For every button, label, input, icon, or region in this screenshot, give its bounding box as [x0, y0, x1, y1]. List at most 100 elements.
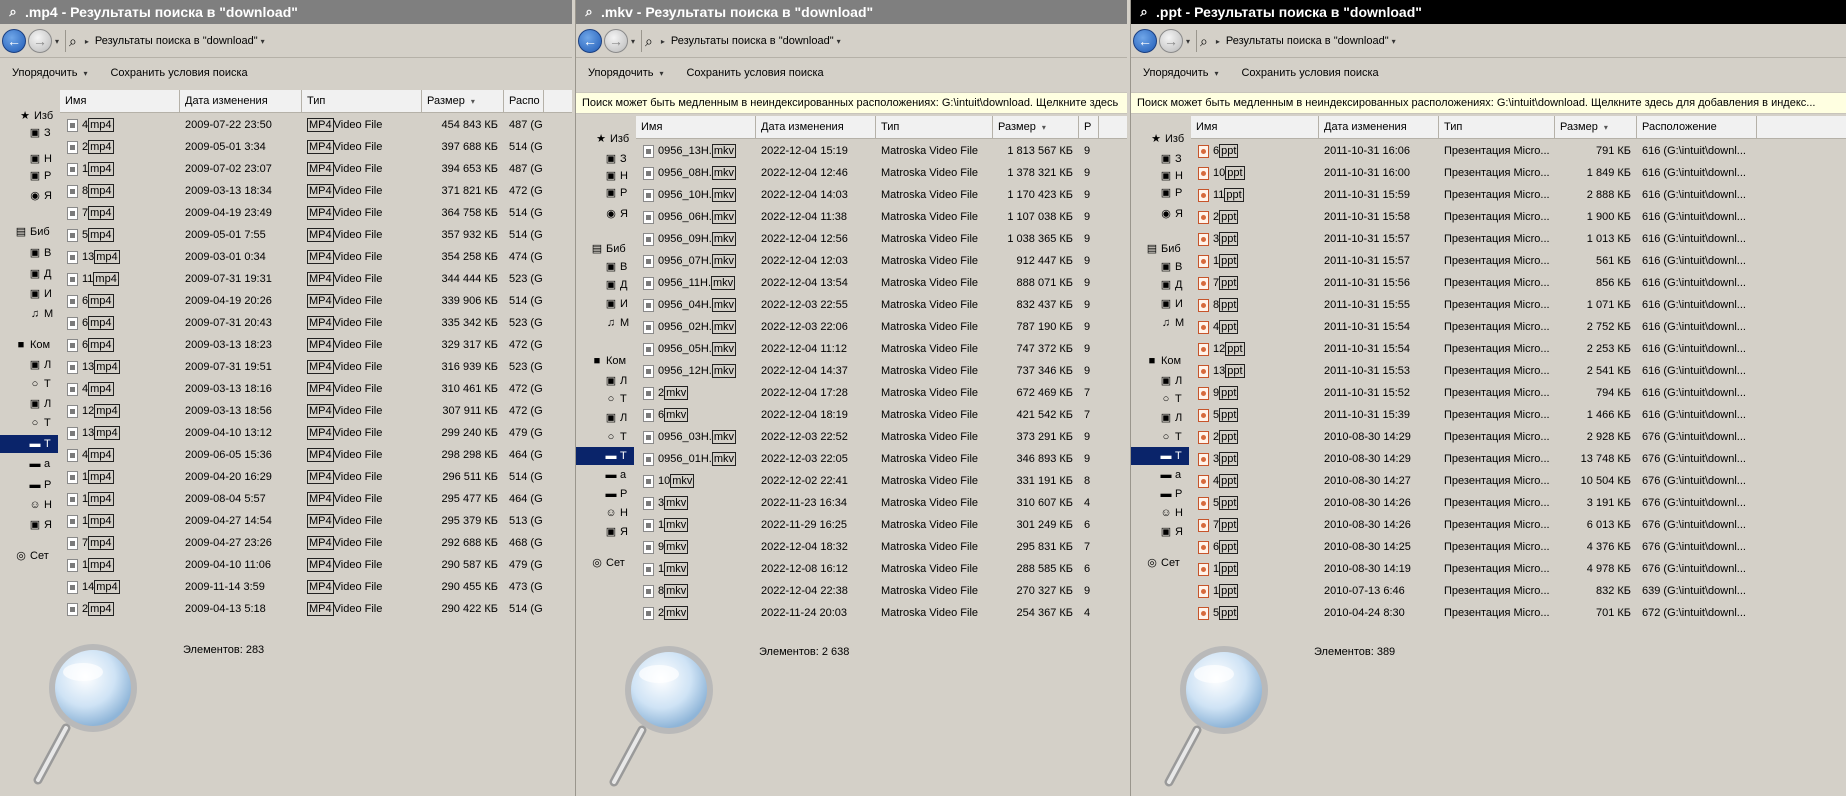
- nav-item[interactable]: ▣ Я: [1131, 523, 1189, 541]
- column-header[interactable]: Тип: [302, 90, 422, 112]
- title-bar[interactable]: ⌕ .ppt - Результаты поиска в "download": [1131, 0, 1846, 24]
- column-header[interactable]: Размер ▾: [993, 116, 1079, 138]
- forward-arrow-icon[interactable]: →: [1159, 29, 1183, 53]
- history-dropdown-icon[interactable]: ▾: [55, 37, 59, 46]
- file-row[interactable]: 11 ppt 2011-10-31 15:59 Презентация Micro..…: [1191, 184, 1846, 206]
- address-dropdown-icon[interactable]: ▾: [261, 37, 265, 46]
- file-row[interactable]: 3 ppt 2011-10-31 15:57 Презентация Micro...…: [1191, 228, 1846, 250]
- file-row[interactable]: 0956_11H. mkv 2022-12-04 13:54 Matroska Vid…: [636, 272, 1127, 294]
- nav-item[interactable]: ◎ Сет: [576, 554, 634, 572]
- file-row[interactable]: 0956_05H. mkv 2022-12-04 11:12 Matroska Vid…: [636, 338, 1127, 360]
- nav-item[interactable]: ▬ Т: [0, 435, 58, 453]
- file-row[interactable]: 6 ppt 2010-08-30 14:25 Презентация Micro...…: [1191, 536, 1846, 558]
- file-row[interactable]: 1 mp4 2009-04-20 16:29 MP4 Video File 296 511…: [60, 466, 572, 488]
- nav-item[interactable]: ▣ Я: [576, 523, 634, 541]
- breadcrumb-chevron-icon[interactable]: ▸: [85, 37, 89, 46]
- file-row[interactable]: 12 mp4 2009-03-13 18:56 MP4 Video File 307 91…: [60, 400, 572, 422]
- file-row[interactable]: 0956_06H. mkv 2022-12-04 11:38 Matroska Vid…: [636, 206, 1127, 228]
- forward-arrow-icon[interactable]: →: [604, 29, 628, 53]
- file-row[interactable]: 2 mkv 2022-12-04 17:28 Matroska Video File 6…: [636, 382, 1127, 404]
- file-row[interactable]: 1 ppt 2011-10-31 15:57 Презентация Micro...…: [1191, 250, 1846, 272]
- file-row[interactable]: 7 mp4 2009-04-27 23:26 MP4 Video File 292 688…: [60, 532, 572, 554]
- nav-item[interactable]: ○ Т: [1131, 428, 1189, 446]
- nav-item[interactable]: ▬ а: [576, 466, 634, 484]
- nav-item[interactable]: ○ Т: [576, 428, 634, 446]
- file-row[interactable]: 0956_09H. mkv 2022-12-04 12:56 Matroska Vid…: [636, 228, 1127, 250]
- nav-item[interactable]: ☺ Н: [0, 496, 58, 514]
- forward-arrow-icon[interactable]: →: [28, 29, 52, 53]
- file-row[interactable]: 7 ppt 2010-08-30 14:26 Презентация Micro...…: [1191, 514, 1846, 536]
- nav-item[interactable]: ▣ Р: [0, 167, 58, 185]
- column-header[interactable]: Распо: [504, 90, 544, 112]
- file-row[interactable]: 0956_13H. mkv 2022-12-04 15:19 Matroska Vid…: [636, 140, 1127, 162]
- column-header[interactable]: Расположение: [1637, 116, 1757, 138]
- file-row[interactable]: 2 ppt 2010-08-30 14:29 Презентация Micro...…: [1191, 426, 1846, 448]
- nav-item[interactable]: ▬ а: [1131, 466, 1189, 484]
- column-header[interactable]: Размер ▾: [422, 90, 504, 112]
- nav-item[interactable]: ▣ Л: [576, 372, 634, 390]
- breadcrumb-chevron-icon[interactable]: ▸: [661, 37, 665, 46]
- nav-item[interactable]: ◉ Я: [0, 187, 58, 205]
- nav-item[interactable]: ■ Ком: [1131, 352, 1189, 370]
- nav-item[interactable]: ♫ М: [0, 305, 58, 323]
- file-row[interactable]: 4 ppt 2011-10-31 15:54 Презентация Micro...…: [1191, 316, 1846, 338]
- file-row[interactable]: 6 mkv 2022-12-04 18:19 Matroska Video File 4…: [636, 404, 1127, 426]
- organize-button[interactable]: Упорядочить ▾: [588, 67, 666, 79]
- file-row[interactable]: 8 mkv 2022-12-04 22:38 Matroska Video File 2…: [636, 580, 1127, 602]
- column-header[interactable]: Размер ▾: [1555, 116, 1637, 138]
- file-row[interactable]: 6 mp4 2009-04-19 20:26 MP4 Video File 339 906…: [60, 290, 572, 312]
- nav-item[interactable]: ▣ И: [1131, 295, 1189, 313]
- nav-item[interactable]: ▣ В: [1131, 258, 1189, 276]
- column-header[interactable]: Дата изменения: [180, 90, 302, 112]
- nav-item[interactable]: ▣ Н: [1131, 167, 1189, 185]
- column-header[interactable]: Тип: [1439, 116, 1555, 138]
- index-info-bar[interactable]: Поиск может быть медленным в неиндексиро…: [576, 92, 1127, 114]
- file-row[interactable]: 6 mp4 2009-07-31 20:43 MP4 Video File 335 342…: [60, 312, 572, 334]
- nav-item[interactable]: ★ Изб: [0, 107, 58, 125]
- file-row[interactable]: 3 ppt 2010-08-30 14:29 Презентация Micro...…: [1191, 448, 1846, 470]
- organize-button[interactable]: Упорядочить ▾: [1143, 67, 1221, 79]
- index-info-bar[interactable]: Поиск может быть медленным в неиндексиро…: [1131, 92, 1846, 114]
- nav-item[interactable]: ▣ Л: [576, 409, 634, 427]
- nav-item[interactable]: ★ Изб: [576, 130, 634, 148]
- file-row[interactable]: 1 mp4 2009-08-04 5:57 MP4 Video File 295 477 …: [60, 488, 572, 510]
- breadcrumb-chevron-icon[interactable]: ▸: [1216, 37, 1220, 46]
- file-row[interactable]: 1 mp4 2009-07-02 23:07 MP4 Video File 394 653…: [60, 158, 572, 180]
- file-row[interactable]: 12 ppt 2011-10-31 15:54 Презентация Micro..…: [1191, 338, 1846, 360]
- file-row[interactable]: 6 ppt 2011-10-31 16:06 Презентация Micro...…: [1191, 140, 1846, 162]
- back-arrow-icon[interactable]: ←: [2, 29, 26, 53]
- address-dropdown-icon[interactable]: ▾: [837, 37, 841, 46]
- file-row[interactable]: 2 mp4 2009-05-01 3:34 MP4 Video File 397 688 …: [60, 136, 572, 158]
- file-row[interactable]: 2 ppt 2011-10-31 15:58 Презентация Micro...…: [1191, 206, 1846, 228]
- nav-item[interactable]: ☺ Н: [576, 504, 634, 522]
- column-header[interactable]: Дата изменения: [1319, 116, 1439, 138]
- save-search-button[interactable]: Сохранить условия поиска: [110, 67, 247, 79]
- file-row[interactable]: 7 ppt 2011-10-31 15:56 Презентация Micro...…: [1191, 272, 1846, 294]
- column-header[interactable]: Имя: [636, 116, 756, 138]
- nav-item[interactable]: ▣ Л: [0, 395, 58, 413]
- nav-item[interactable]: ▣ Д: [1131, 276, 1189, 294]
- nav-item[interactable]: ▣ Д: [0, 265, 58, 283]
- file-row[interactable]: 1 mp4 2009-04-10 11:06 MP4 Video File 290 587…: [60, 554, 572, 576]
- file-row[interactable]: 0956_02H. mkv 2022-12-03 22:06 Matroska Vid…: [636, 316, 1127, 338]
- nav-item[interactable]: ▣ Н: [576, 167, 634, 185]
- back-arrow-icon[interactable]: ←: [578, 29, 602, 53]
- file-row[interactable]: 0956_12H. mkv 2022-12-04 14:37 Matroska Vid…: [636, 360, 1127, 382]
- file-row[interactable]: 0956_08H. mkv 2022-12-04 12:46 Matroska Vid…: [636, 162, 1127, 184]
- nav-item[interactable]: ▣ З: [0, 124, 58, 142]
- file-row[interactable]: 4 mp4 2009-06-05 15:36 MP4 Video File 298 298…: [60, 444, 572, 466]
- column-header[interactable]: Тип: [876, 116, 993, 138]
- file-row[interactable]: 1 mkv 2022-11-29 16:25 Matroska Video File 3…: [636, 514, 1127, 536]
- file-row[interactable]: 6 mp4 2009-03-13 18:23 MP4 Video File 329 317…: [60, 334, 572, 356]
- nav-item[interactable]: ■ Ком: [576, 352, 634, 370]
- file-row[interactable]: 0956_01H. mkv 2022-12-03 22:05 Matroska Vid…: [636, 448, 1127, 470]
- file-row[interactable]: 5 ppt 2011-10-31 15:39 Презентация Micro...…: [1191, 404, 1846, 426]
- nav-item[interactable]: ○ Т: [576, 390, 634, 408]
- nav-item[interactable]: ▬ Р: [0, 476, 58, 494]
- address-path[interactable]: Результаты поиска в "download": [95, 35, 258, 47]
- nav-item[interactable]: ▬ а: [0, 455, 58, 473]
- nav-item[interactable]: ▣ И: [576, 295, 634, 313]
- file-row[interactable]: 11 mp4 2009-07-31 19:31 MP4 Video File 344 44…: [60, 268, 572, 290]
- nav-item[interactable]: ■ Ком: [0, 336, 58, 354]
- file-row[interactable]: 13 mp4 2009-07-31 19:51 MP4 Video File 316 93…: [60, 356, 572, 378]
